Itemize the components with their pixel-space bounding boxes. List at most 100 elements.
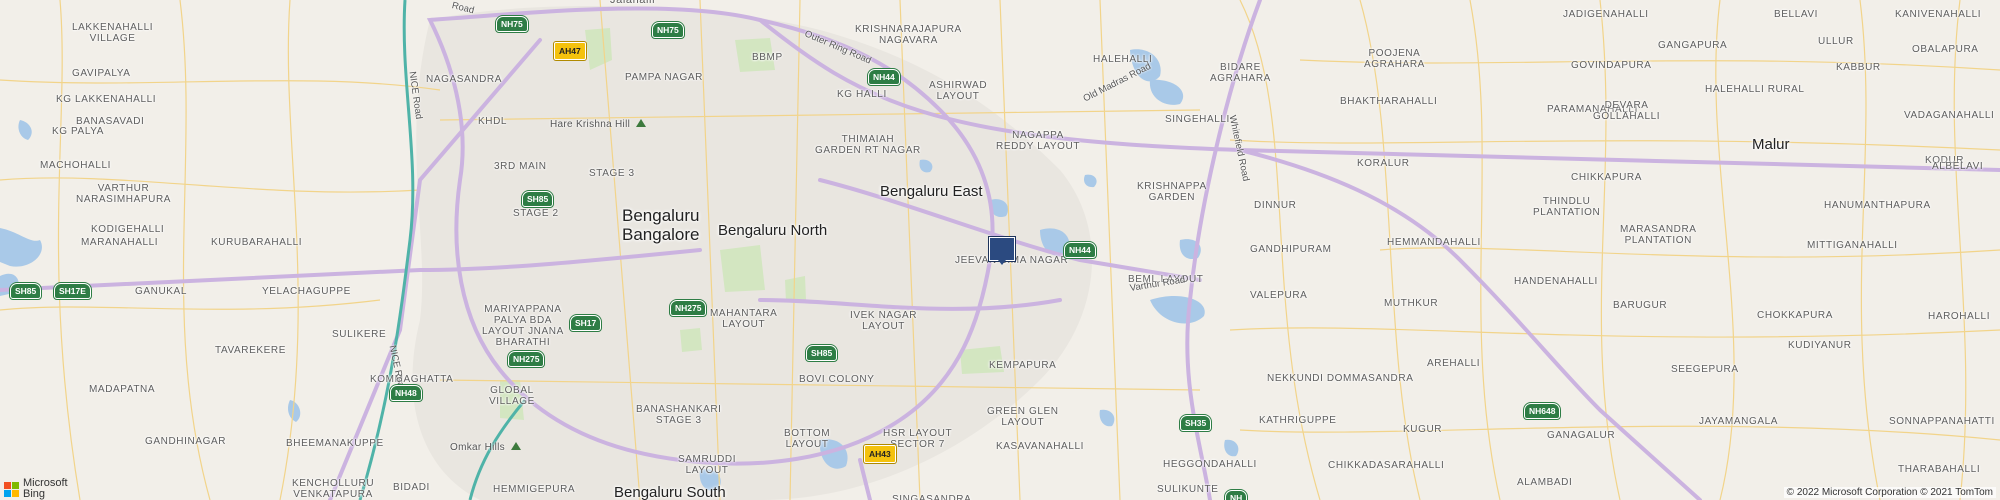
highway-shield-nh275-b: NH275 xyxy=(508,351,545,367)
place-label-jalahalli: Jalahalli xyxy=(610,0,656,6)
place-label-bottom-layout: BOTTOM LAYOUT xyxy=(784,428,831,450)
place-label-kasavanahalli: KASAVANAHALLI xyxy=(996,441,1085,452)
place-label-kg-lakkenahalli: KG LAKKENAHALLI xyxy=(56,94,157,105)
place-label-marasandra: MARASANDRA PLANTATION xyxy=(1620,224,1697,246)
place-label-bovi-colony: BOVI COLONY xyxy=(799,374,875,385)
place-label-nagappa: NAGAPPA REDDY LAYOUT xyxy=(996,130,1081,152)
place-label-kathriguppe: KATHRIGUPPE xyxy=(1259,415,1337,426)
place-label-ullur: ULLUR xyxy=(1818,36,1854,47)
highway-shield-sh85-c: SH85 xyxy=(806,345,838,361)
place-label-khdl: KHDL xyxy=(478,116,508,127)
place-label-lakkenahalli: LAKKENAHALLI VILLAGE xyxy=(72,22,154,44)
place-label-pampa-nagar: PAMPA NAGAR xyxy=(625,72,703,83)
place-label-valepura: VALEPURA xyxy=(1250,290,1308,301)
logo-text: Microsoft Bing xyxy=(23,477,68,500)
place-label-mariyappana: MARIYAPPANA PALYA BDA LAYOUT JNANA BHARA… xyxy=(482,304,564,348)
place-label-hanumanthapura: HANUMANTHAPURA xyxy=(1824,200,1931,211)
poi-omkar-hills[interactable]: Omkar Hills xyxy=(450,442,521,453)
place-label-sulikunte: SULIKUNTE xyxy=(1157,484,1219,495)
city-label-malur: Malur xyxy=(1752,136,1790,153)
place-label-bellavi: BELLAVI xyxy=(1774,9,1819,20)
place-label-handenahalli: HANDENAHALLI xyxy=(1514,276,1598,287)
highway-shield-nh48: NH48 xyxy=(390,385,422,401)
highway-shield-nh-bottom: NH xyxy=(1225,490,1248,500)
place-label-kommaghatta: KOMMAGHATTA xyxy=(370,374,454,385)
place-label-devara: DEVARA GOLLAHALLI xyxy=(1593,100,1661,122)
place-label-seegepura: SEEGEPURA xyxy=(1671,364,1739,375)
place-label-dinnur: DINNUR xyxy=(1254,200,1297,211)
place-label-bidare: BIDARE AGRAHARA xyxy=(1210,62,1271,84)
place-label-ganukal: GANUKAL xyxy=(135,286,187,297)
poi-hare-krishna-hill[interactable]: Hare Krishna Hill xyxy=(550,119,647,130)
place-label-kurubarahalli: KURUBARAHALLI xyxy=(211,237,303,248)
map-view[interactable]: LAKKENAHALLI VILLAGE NAGASANDRA GAVIPALYA K… xyxy=(0,0,2000,500)
place-label-singehalli: SINGEHALLI xyxy=(1165,114,1230,125)
place-label-global-village: GLOBAL VILLAGE xyxy=(489,385,535,407)
place-label-nagasandra: NAGASANDRA xyxy=(426,74,503,85)
place-label-poojena: POOJENA AGRAHARA xyxy=(1364,48,1425,70)
place-label-muthkur: MUTHKUR xyxy=(1384,298,1439,309)
highway-shield-ah47: AH47 xyxy=(554,42,586,60)
place-label-krishnarajapura: KRISHNARAJAPURA NAGAVARA xyxy=(855,24,962,46)
city-label-bengaluru: Bengaluru Bangalore xyxy=(622,206,700,244)
location-marker[interactable] xyxy=(989,237,1015,265)
place-label-kabbur: KABBUR xyxy=(1836,62,1881,73)
place-label-stage-3: STAGE 3 xyxy=(589,168,635,179)
place-label-banashankari: BANASHANKARI STAGE 3 xyxy=(636,404,722,426)
place-label-gavipalya: GAVIPALYA xyxy=(72,68,131,79)
place-label-nekkundi: NEKKUNDI DOMMASANDRA xyxy=(1267,373,1414,384)
logo-square-yellow xyxy=(12,489,19,497)
highway-shield-sh17e: SH17E xyxy=(54,283,91,299)
highway-shield-nh75-b: NH75 xyxy=(652,22,684,38)
place-label-madapatna: MADAPATNA xyxy=(89,384,156,395)
place-label-maranahalli: MARANAHALLI xyxy=(81,237,159,248)
place-label-chokkapura: CHOKKAPURA xyxy=(1757,310,1834,321)
logo-square-blue xyxy=(4,489,11,497)
place-label-tavarekere: TAVAREKERE xyxy=(215,345,287,356)
place-label-kempapura: KEMPAPURA xyxy=(989,360,1057,371)
place-label-samruddi: SAMRUDDI LAYOUT xyxy=(678,454,737,476)
highway-shield-sh85-a: SH85 xyxy=(522,191,554,207)
highway-shield-nh44-a: NH44 xyxy=(868,69,900,85)
place-label-vadaganahalli: VADAGANAHALLI xyxy=(1904,110,1995,121)
place-label-jadigenahalli: JADIGENAHALLI xyxy=(1563,9,1649,20)
place-label-singasandra: SINGASANDRA xyxy=(892,494,972,500)
place-label-kg-halli: KG HALLI xyxy=(837,89,887,100)
place-label-bbmp: BBMP xyxy=(752,52,783,63)
highway-shield-ah43: AH43 xyxy=(864,445,896,463)
place-label-alambadi: ALAMBADI xyxy=(1517,477,1573,488)
place-label-sulikere: SULIKERE xyxy=(332,329,387,340)
copyright-notice[interactable]: © 2022 Microsoft Corporation © 2021 TomT… xyxy=(1783,487,1996,498)
place-label-thindlu: THINDLU PLANTATION xyxy=(1533,196,1601,218)
microsoft-squares-icon xyxy=(4,481,19,497)
place-label-hemmandahalli: HEMMANDAHALLI xyxy=(1387,237,1481,248)
highway-shield-nh648: NH648 xyxy=(1524,403,1561,419)
place-label-yelachaguppe: YELACHAGUPPE xyxy=(262,286,351,297)
place-label-harohalli: HAROHALLI xyxy=(1928,311,1991,322)
place-label-chikkapura: CHIKKAPURA xyxy=(1571,172,1643,183)
highway-shield-nh44-b: NH44 xyxy=(1064,242,1096,258)
place-label-ganagalur: GANAGALUR xyxy=(1547,430,1616,441)
place-label-kencholluru: KENCHOLLURU VENKATAPURA xyxy=(292,478,375,500)
place-label-green-glen: GREEN GLEN LAYOUT xyxy=(987,406,1059,428)
place-label-sonnappanahatti: SONNAPPANAHATTI xyxy=(1889,416,1995,427)
logo-square-green xyxy=(12,481,19,489)
city-label-bengaluru-east: Bengaluru East xyxy=(880,183,983,200)
place-label-bhaktharahalli: BHAKTHARAHALLI xyxy=(1340,96,1438,107)
place-label-kodigehalli: KODIGEHALLI xyxy=(91,224,165,235)
place-label-ashirwad: ASHIRWAD LAYOUT xyxy=(929,80,988,102)
place-label-kugur: KUGUR xyxy=(1403,424,1443,435)
place-label-halehalli-rural: HALEHALLI RURAL xyxy=(1705,84,1805,95)
city-label-bengaluru-south: Bengaluru South xyxy=(614,484,726,500)
place-label-arehalli: AREHALLI xyxy=(1427,358,1481,369)
place-label-stage-2: STAGE 2 xyxy=(513,208,559,219)
poi-label: Hare Krishna Hill xyxy=(550,119,631,130)
highway-shield-sh35: SH35 xyxy=(1180,415,1212,431)
place-label-ivek-nagar: IVEK NAGAR LAYOUT xyxy=(850,310,918,332)
place-label-kg-palya: KG PALYA xyxy=(52,126,105,137)
place-label-heggondahalli: HEGGONDAHALLI xyxy=(1163,459,1257,470)
highway-shield-nh275-a: NH275 xyxy=(670,300,707,316)
place-label-tharabahalli: THARABAHALLI xyxy=(1898,464,1981,475)
place-label-kudiyanur: KUDIYANUR xyxy=(1788,340,1852,351)
place-label-gandhinagar: GANDHINAGAR xyxy=(145,436,227,447)
